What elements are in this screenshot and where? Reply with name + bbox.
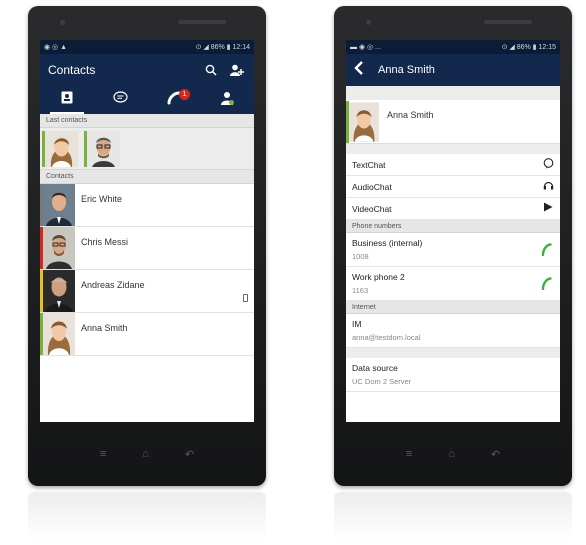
hardware-nav-bar: ≡ ⌂ ↶ — [334, 448, 572, 461]
camera-dot — [60, 20, 65, 25]
tab-contacts[interactable] — [40, 86, 94, 114]
profile-name: Anna Smith — [387, 109, 434, 120]
speaker-grille — [178, 20, 226, 24]
status-icons-right: ⊙ ◢ 86% ▮ 12:15 — [501, 44, 556, 51]
back-arrow-icon[interactable] — [354, 60, 364, 80]
contact-row[interactable]: Anna Smith — [40, 313, 254, 356]
status-indicator — [84, 131, 87, 167]
recent-contact-anna[interactable] — [42, 131, 78, 167]
contacts-screen: ◉ ◎ ▲ ⊙ ◢ 86% ▮ 12:14 Contacts 1 Last co… — [40, 40, 254, 422]
phone-label: Work phone 2 — [352, 272, 405, 282]
speaker-grille — [484, 20, 532, 24]
im-label: IM — [352, 319, 362, 329]
contact-name: Chris Messi — [81, 237, 129, 247]
phone-reflection — [28, 492, 266, 540]
status-indicator — [42, 131, 45, 167]
data-source-row: Data source UC Dom 2 Server — [346, 358, 560, 392]
back-key-icon[interactable]: ↶ — [185, 448, 194, 461]
hardware-nav-bar: ≡ ⌂ ↶ — [28, 448, 266, 461]
textchat-action[interactable]: TextChat — [346, 154, 560, 176]
status-icons-left: ▬ ◉ ◎ ... — [350, 44, 381, 51]
contact-row[interactable]: Eric White — [40, 184, 254, 227]
videochat-action[interactable]: VideoChat — [346, 198, 560, 220]
menu-key-icon[interactable]: ≡ — [100, 448, 106, 461]
avatar — [87, 131, 120, 167]
im-address: anna@testdom.local — [352, 333, 421, 342]
contact-name: Eric White — [81, 194, 123, 204]
home-key-icon[interactable]: ⌂ — [142, 448, 149, 461]
phone-reflection — [334, 492, 572, 540]
app-bar: Contacts 1 — [40, 54, 254, 114]
chat-icon — [542, 157, 554, 172]
page-title: Contacts — [48, 63, 96, 77]
header-spacer — [346, 86, 560, 100]
app-bar: Anna Smith — [346, 54, 560, 86]
tab-presence[interactable] — [201, 86, 255, 114]
missed-calls-badge: 1 — [179, 89, 190, 100]
recent-contact-chris[interactable] — [84, 131, 120, 167]
phone-number: 1008 — [352, 252, 369, 261]
page-title: Anna Smith — [378, 64, 435, 76]
contact-row[interactable]: Andreas Zidane — [40, 270, 254, 313]
chat-bubble-icon — [113, 91, 128, 109]
tab-calls[interactable]: 1 — [147, 86, 201, 114]
status-icons-left: ◉ ◎ ▲ — [44, 44, 68, 51]
action-label: VideoChat — [352, 203, 392, 214]
contacts-book-icon — [61, 91, 73, 109]
presence-person-icon — [220, 91, 234, 110]
mobile-device-icon — [243, 294, 248, 302]
call-icon[interactable] — [541, 277, 552, 295]
camera-dot — [366, 20, 371, 25]
data-source-label: Data source — [352, 363, 398, 373]
avatar — [43, 313, 75, 355]
section-spacer — [346, 144, 560, 154]
last-contacts-strip — [40, 128, 254, 170]
play-icon — [542, 202, 554, 215]
add-contact-icon[interactable] — [228, 61, 246, 79]
profile-card: Anna Smith — [346, 100, 560, 144]
section-header-contacts: Contacts — [40, 170, 254, 184]
call-icon[interactable] — [541, 243, 552, 261]
status-bar: ◉ ◎ ▲ ⊙ ◢ 86% ▮ 12:14 — [40, 40, 254, 54]
section-header-internet: Internet — [346, 301, 560, 314]
avatar — [43, 227, 75, 269]
section-spacer — [346, 348, 560, 358]
avatar — [43, 184, 75, 226]
right-phone: ▬ ◉ ◎ ... ⊙ ◢ 86% ▮ 12:15 Anna Smith Ann… — [334, 6, 572, 486]
phone-number: 1163 — [352, 286, 369, 295]
tab-bar: 1 — [40, 86, 254, 114]
avatar — [43, 270, 75, 312]
avatar — [349, 101, 379, 142]
left-phone: ◉ ◎ ▲ ⊙ ◢ 86% ▮ 12:14 Contacts 1 Last co… — [28, 6, 266, 486]
contact-detail-screen: ▬ ◉ ◎ ... ⊙ ◢ 86% ▮ 12:15 Anna Smith Ann… — [346, 40, 560, 422]
phone-label: Business (internal) — [352, 238, 423, 248]
contact-name: Andreas Zidane — [81, 280, 145, 290]
avatar — [45, 131, 78, 167]
phone-number-row[interactable]: Work phone 2 1163 — [346, 267, 560, 301]
headset-icon — [542, 180, 554, 194]
contact-name: Anna Smith — [81, 323, 128, 333]
home-key-icon[interactable]: ⌂ — [448, 448, 455, 461]
action-label: TextChat — [352, 159, 386, 170]
search-icon[interactable] — [202, 61, 220, 79]
status-bar: ▬ ◉ ◎ ... ⊙ ◢ 86% ▮ 12:15 — [346, 40, 560, 54]
im-row[interactable]: IM anna@testdom.local — [346, 314, 560, 348]
menu-key-icon[interactable]: ≡ — [406, 448, 412, 461]
tab-chat[interactable] — [94, 86, 148, 114]
data-source-value: UC Dom 2 Server — [352, 377, 412, 386]
status-icons-right: ⊙ ◢ 86% ▮ 12:14 — [195, 44, 250, 51]
audiochat-action[interactable]: AudioChat — [346, 176, 560, 198]
section-header-last-contacts: Last contacts — [40, 114, 254, 128]
action-label: AudioChat — [352, 181, 392, 192]
phone-number-row[interactable]: Business (internal) 1008 — [346, 233, 560, 267]
contact-row[interactable]: Chris Messi — [40, 227, 254, 270]
back-key-icon[interactable]: ↶ — [491, 448, 500, 461]
section-header-phone-numbers: Phone numbers — [346, 220, 560, 233]
